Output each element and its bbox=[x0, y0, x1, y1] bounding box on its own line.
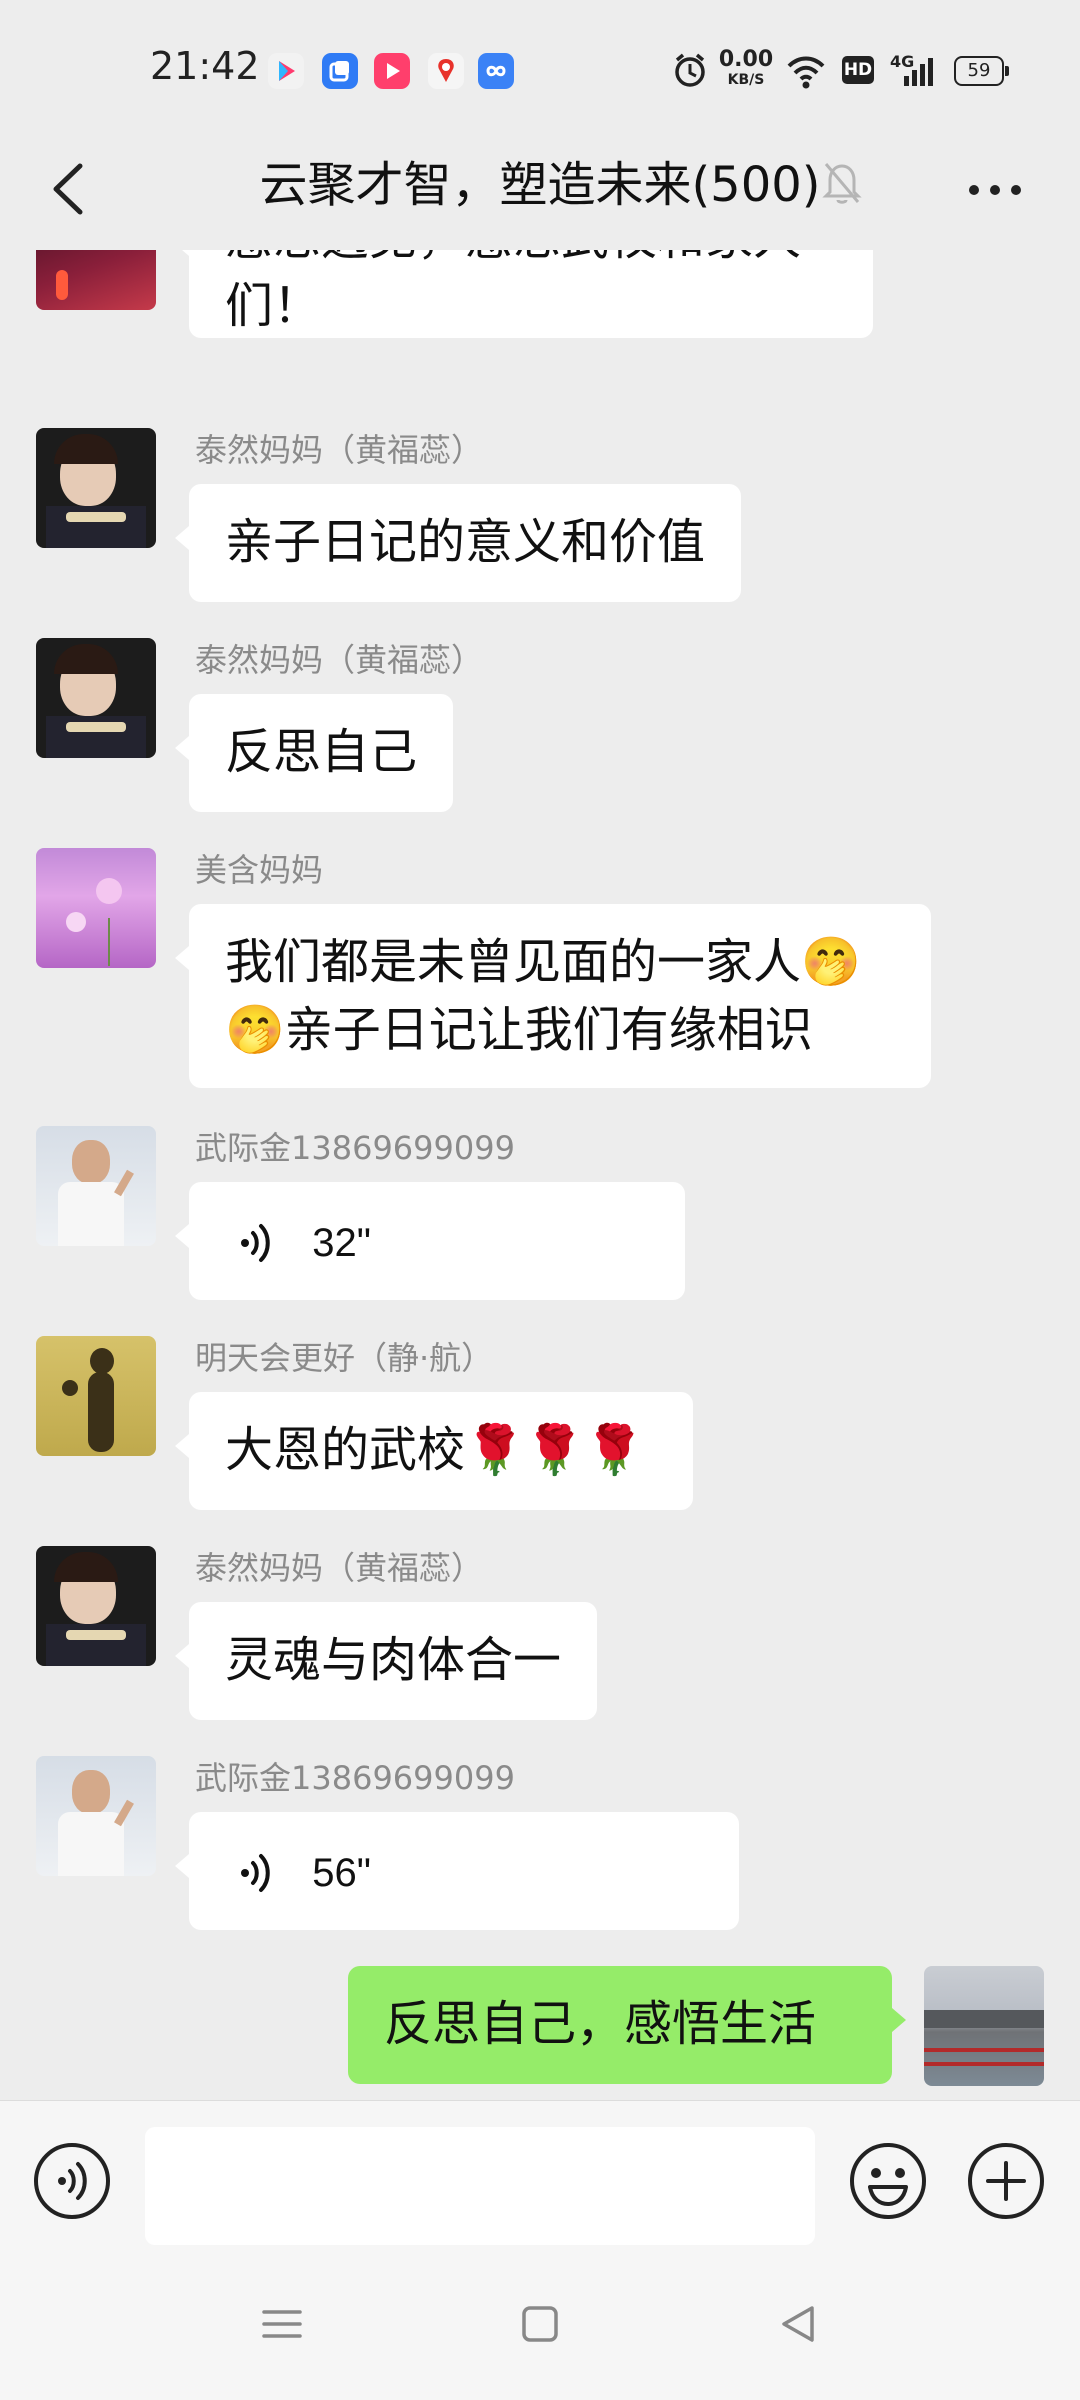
signal-icon bbox=[904, 58, 933, 86]
status-bar: 21:42 0.00 KB/S HD 4G 59 bbox=[0, 0, 1080, 130]
sender-avatar[interactable] bbox=[36, 1546, 156, 1666]
voice-input-button[interactable] bbox=[32, 2141, 112, 2221]
sender-name: 泰然妈妈（黄福蕊） bbox=[195, 641, 484, 679]
message-bubble[interactable]: 感恩遇见，感恩武校和家人们！ bbox=[175, 250, 873, 338]
system-nav-bar bbox=[0, 2250, 1080, 2400]
sender-avatar[interactable] bbox=[36, 1336, 156, 1456]
emoji-button[interactable] bbox=[848, 2141, 928, 2221]
more-functions-button[interactable] bbox=[966, 2141, 1046, 2221]
sender-name: 明天会更好（静·航） bbox=[195, 1339, 494, 1377]
message-text: 我们都是未曾见面的一家人🤭🤭亲子日记让我们有缘相识 bbox=[225, 934, 861, 1058]
map-app-icon bbox=[428, 53, 464, 89]
chat-title: 云聚才智，塑造未来(500) bbox=[259, 157, 821, 213]
input-bar bbox=[0, 2100, 1080, 2251]
message-text: 大恩的武校🌹🌹🌹 bbox=[225, 1422, 645, 1478]
video-app-icon bbox=[374, 53, 410, 89]
chat-header: 云聚才智，塑造未来(500) bbox=[0, 130, 1080, 250]
battery-indicator: 59 bbox=[954, 56, 1009, 86]
alarm-icon bbox=[675, 53, 705, 87]
own-avatar[interactable] bbox=[924, 1966, 1044, 2086]
message-bubble[interactable]: 灵魂与肉体合一 bbox=[174, 1602, 598, 1720]
voice-duration: 32" bbox=[312, 1221, 371, 1265]
message-text: 感恩遇见，感恩武校和家人们！ bbox=[225, 250, 801, 334]
wifi-icon bbox=[787, 56, 825, 89]
hd-badge: HD bbox=[842, 56, 874, 84]
sender-avatar[interactable] bbox=[36, 1126, 156, 1246]
voice-message-bubble[interactable]: 56" bbox=[175, 1812, 739, 1930]
sender-avatar[interactable] bbox=[36, 848, 156, 968]
menu-icon[interactable] bbox=[254, 2296, 310, 2352]
voice-wave-icon bbox=[241, 1854, 270, 1892]
sender-avatar[interactable] bbox=[36, 638, 156, 758]
own-message-bubble[interactable]: 反思自己，感悟生活 bbox=[348, 1966, 906, 2084]
network-speed: 0.00 KB/S bbox=[718, 47, 774, 89]
sender-name: 武际金13869699099 bbox=[195, 1129, 515, 1167]
message-text: 灵魂与肉体合一 bbox=[225, 1632, 562, 1688]
sender-name: 武际金13869699099 bbox=[195, 1759, 515, 1797]
youku-app-icon bbox=[268, 53, 304, 89]
sender-avatar[interactable] bbox=[36, 428, 156, 548]
message-bubble[interactable]: 大恩的武校🌹🌹🌹 bbox=[175, 1392, 693, 1510]
message-bubble[interactable]: 我们都是未曾见面的一家人🤭🤭亲子日记让我们有缘相识 bbox=[175, 904, 931, 1088]
message-text: 亲子日记的意义和价值 bbox=[225, 514, 706, 570]
message-text: 反思自己，感悟生活 bbox=[384, 1996, 817, 2052]
sender-name: 美含妈妈 bbox=[195, 851, 324, 889]
message-list[interactable]: 感恩遇见，感恩武校和家人们！ 泰然妈妈（黄福蕊） 亲子日记的意义和价值 泰然妈妈… bbox=[0, 250, 1080, 2100]
voice-message-bubble[interactable]: 32" bbox=[175, 1182, 685, 1300]
voice-duration: 56" bbox=[312, 1851, 371, 1895]
sender-name: 泰然妈妈（黄福蕊） bbox=[195, 1549, 484, 1587]
sender-avatar[interactable] bbox=[36, 1756, 156, 1876]
message-bubble[interactable]: 亲子日记的意义和价值 bbox=[174, 484, 742, 602]
message-bubble[interactable]: 反思自己 bbox=[174, 694, 454, 812]
status-time: 21:42 bbox=[150, 44, 260, 88]
more-options-button[interactable] bbox=[960, 160, 1030, 220]
blue-app-icon bbox=[322, 53, 358, 89]
back-nav-icon[interactable] bbox=[770, 2296, 826, 2352]
home-icon[interactable] bbox=[512, 2296, 568, 2352]
message-input[interactable] bbox=[145, 2127, 815, 2245]
mute-bell-icon bbox=[822, 163, 862, 204]
cloud-app-icon bbox=[478, 53, 514, 89]
sender-avatar[interactable] bbox=[36, 250, 156, 310]
voice-wave-icon bbox=[241, 1224, 270, 1262]
message-text: 反思自己 bbox=[225, 724, 418, 780]
sender-name: 泰然妈妈（黄福蕊） bbox=[195, 431, 484, 469]
